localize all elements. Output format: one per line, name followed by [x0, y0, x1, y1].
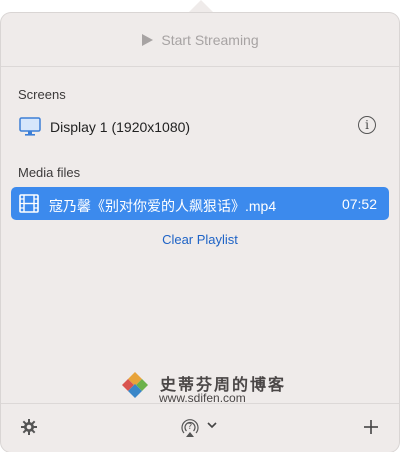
gear-icon[interactable]: [21, 419, 37, 435]
screen-label: Display 1 (1920x1080): [50, 119, 191, 135]
footer-toolbar: ?: [1, 404, 399, 452]
airplay-help-icon[interactable]: ?: [179, 416, 201, 438]
clear-playlist-label: Clear Playlist: [162, 232, 238, 247]
popover-panel: Start Streaming Screens Display 1 (1920x…: [1, 13, 399, 452]
screen-item-display-1[interactable]: Display 1 (1920x1080) i: [1, 113, 399, 141]
clear-playlist-link[interactable]: Clear Playlist: [1, 232, 399, 247]
watermark-logo-icon: [122, 372, 148, 398]
streaming-popover: Start Streaming Screens Display 1 (1920x…: [1, 0, 399, 452]
chevron-down-icon[interactable]: [207, 421, 217, 429]
start-streaming-label: Start Streaming: [161, 31, 259, 48]
plus-icon[interactable]: [363, 419, 379, 435]
popover-arrow: [187, 0, 215, 14]
divider: [1, 66, 399, 67]
start-streaming-button[interactable]: Start Streaming: [1, 13, 399, 66]
info-icon[interactable]: i: [358, 116, 376, 134]
screens-heading: Screens: [18, 87, 66, 102]
media-file-name: 寇乃馨《别对你爱的人飙狠话》.mp4: [49, 198, 277, 214]
media-files-heading: Media files: [18, 165, 81, 180]
film-icon: [19, 194, 39, 213]
play-icon: [142, 33, 154, 46]
display-icon: [19, 117, 41, 136]
media-item-selected[interactable]: 寇乃馨《别对你爱的人飙狠话》.mp4 07:52: [11, 187, 389, 220]
svg-text:?: ?: [188, 422, 192, 431]
media-duration: 07:52: [341, 196, 377, 212]
